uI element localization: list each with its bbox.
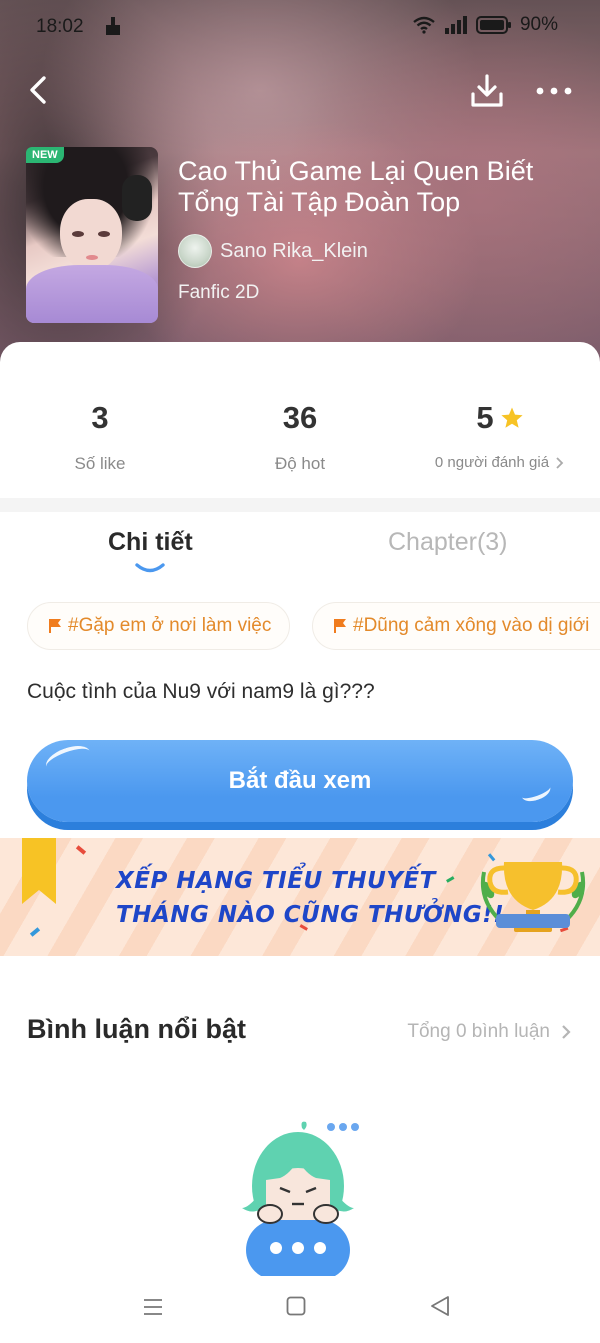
flag-icon bbox=[334, 619, 346, 633]
empty-comments-mascot bbox=[242, 1121, 359, 1276]
likes-value: 3 bbox=[91, 400, 109, 435]
tab-chapters[interactable]: Chapter(3) bbox=[388, 528, 508, 557]
status-indicators: 90% bbox=[412, 14, 558, 36]
comments-title: Bình luận nổi bật bbox=[27, 1014, 246, 1044]
download-icon[interactable] bbox=[468, 72, 506, 110]
start-reading-label: Bắt đầu xem bbox=[228, 767, 372, 794]
comments-total-label: Tổng 0 bình luận bbox=[407, 1021, 550, 1042]
system-navigation-bar bbox=[0, 1276, 600, 1343]
rating-count-label: 0 người đánh giá bbox=[434, 454, 550, 471]
rating-count-row[interactable]: 0 người đánh giá bbox=[400, 454, 600, 471]
tag-label: #Dũng cảm xông vào dị giới bbox=[353, 615, 590, 636]
author-name[interactable]: Sano Rika_Klein bbox=[220, 240, 368, 263]
menu-icon[interactable] bbox=[142, 1296, 164, 1318]
banner-text: XẾP HẠNG TIỂU THUYẾT THÁNG NÀO CŨNG THƯỞ… bbox=[116, 864, 504, 932]
hot-label: Độ hot bbox=[274, 454, 326, 473]
home-icon[interactable] bbox=[286, 1296, 306, 1316]
back-icon[interactable] bbox=[22, 72, 58, 108]
banner-line-2: THÁNG NÀO CŨNG THƯỞNG!! bbox=[116, 902, 505, 928]
chevron-right-icon bbox=[562, 1025, 571, 1039]
author[interactable]: Sano Rika_Klein bbox=[178, 234, 368, 268]
tag-label: #Gặp em ở nơi làm việc bbox=[68, 615, 272, 636]
signal-icon bbox=[444, 16, 467, 34]
rating-value: 5 bbox=[476, 400, 494, 435]
book-cover[interactable] bbox=[26, 147, 158, 323]
back-triangle-icon[interactable] bbox=[428, 1294, 452, 1318]
tab-active-indicator bbox=[135, 563, 165, 573]
tab-detail[interactable]: Chi tiết bbox=[108, 528, 193, 557]
section-divider bbox=[0, 498, 600, 512]
rating-value-row[interactable]: 5 bbox=[400, 400, 600, 436]
wifi-icon bbox=[413, 16, 435, 34]
detail-tabs: Chi tiết Chapter(3) bbox=[0, 520, 600, 582]
tag-chip[interactable]: #Gặp em ở nơi làm việc bbox=[27, 602, 291, 650]
author-avatar[interactable] bbox=[178, 234, 212, 268]
stats-row: 3 Số like 36 Độ hot 5 0 người đánh giá bbox=[0, 360, 600, 490]
battery-icon bbox=[475, 16, 511, 34]
likes-label: Số like bbox=[74, 454, 126, 473]
start-reading-button[interactable]: Bắt đầu xem bbox=[27, 740, 573, 822]
comments-total-link[interactable]: Tổng 0 bình luận bbox=[407, 1021, 572, 1043]
stat-rating[interactable]: 5 0 người đánh giá bbox=[400, 400, 600, 471]
book-title: Cao Thủ Game Lại Quen Biết Tổng Tài Tập … bbox=[178, 156, 534, 217]
battery-percentage: 90% bbox=[519, 14, 558, 35]
stat-hot: 36 Độ hot bbox=[200, 400, 400, 474]
status-bar: 18:02 90% bbox=[0, 0, 600, 54]
chevron-right-icon bbox=[556, 456, 564, 469]
banner-line-1: XẾP HẠNG TIỂU THUYẾT bbox=[116, 868, 436, 894]
hot-value: 36 bbox=[282, 400, 318, 435]
book-genre: Fanfic 2D bbox=[178, 282, 260, 303]
more-icon[interactable] bbox=[534, 78, 574, 104]
flag-icon bbox=[49, 619, 61, 633]
book-description: Cuộc tình của Nu9 với nam9 là gì??? bbox=[27, 680, 375, 703]
tag-chip[interactable]: #Dũng cảm xông vào dị giới bbox=[312, 602, 600, 650]
status-time: 18:02 bbox=[36, 16, 84, 37]
cleaner-icon bbox=[106, 17, 120, 35]
new-badge: NEW bbox=[26, 147, 64, 163]
stat-likes: 3 Số like bbox=[0, 400, 200, 474]
star-icon bbox=[501, 407, 523, 428]
trophy-icon bbox=[481, 862, 585, 932]
